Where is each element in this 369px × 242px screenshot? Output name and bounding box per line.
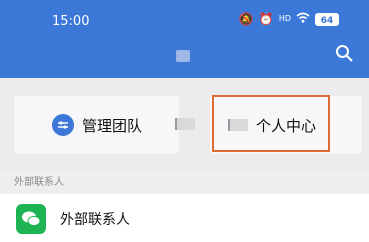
mute-icon: 🔕 bbox=[238, 12, 254, 26]
wechat-icon bbox=[16, 204, 46, 234]
manage-team-label: 管理团队 bbox=[82, 116, 143, 135]
highlight-box bbox=[212, 95, 330, 152]
hd-signal-icon: HD bbox=[278, 14, 291, 23]
battery-icon: 64 bbox=[315, 12, 339, 26]
status-icons: 🔕 ⏰ HD 64 bbox=[239, 12, 339, 26]
card-divider-icon bbox=[175, 118, 195, 130]
alarm-icon: ⏰ bbox=[258, 12, 274, 26]
section-header: 外部联系人 bbox=[0, 172, 369, 194]
manage-team-card[interactable]: 管理团队 bbox=[14, 96, 179, 154]
app-header: 15:00 🔕 ⏰ HD 64 bbox=[0, 0, 369, 78]
list-item[interactable]: 外部联系人 bbox=[0, 194, 369, 242]
header-title bbox=[176, 50, 190, 62]
sliders-icon bbox=[52, 114, 74, 136]
contact-label: 外部联系人 bbox=[60, 212, 130, 228]
wifi-icon bbox=[296, 12, 310, 26]
status-time: 15:00 bbox=[52, 14, 90, 29]
search-icon[interactable] bbox=[335, 44, 353, 62]
